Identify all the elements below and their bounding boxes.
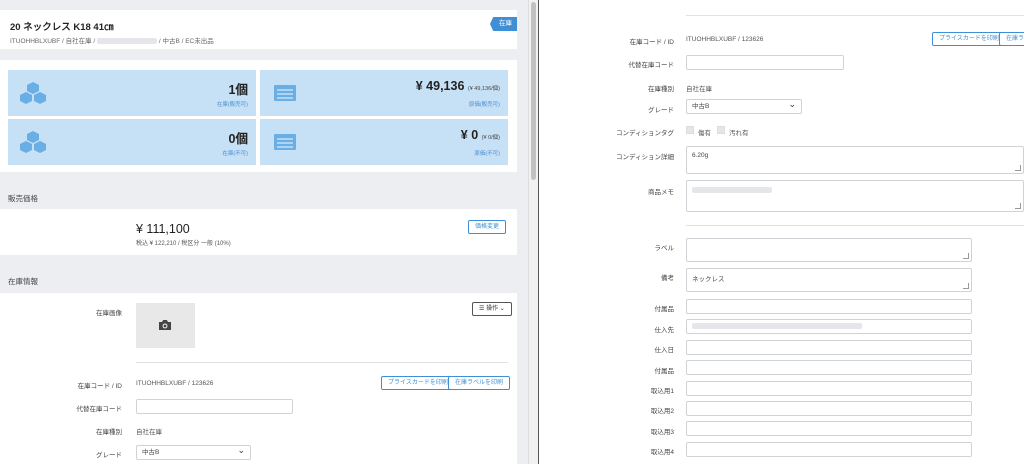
stat-label: 原価(販売可): [468, 102, 500, 108]
grade-select[interactable]: 中古B: [686, 98, 802, 114]
alt-code-input[interactable]: [136, 399, 293, 414]
grade-label: グレード: [96, 452, 122, 459]
tag-dirt-checkbox[interactable]: [717, 126, 725, 134]
grade-select[interactable]: 中古B: [136, 444, 251, 460]
item-memo-label: 商品メモ: [648, 189, 674, 196]
tag-dirt-label: 汚れ有: [729, 130, 749, 137]
intake4-label: 取込用4: [650, 449, 674, 456]
supplier-input[interactable]: [686, 319, 972, 334]
stat-stock-unsellable: 0個 在庫(不可): [8, 119, 256, 165]
accessory-input[interactable]: [686, 299, 972, 314]
alt-code-label: 代替在庫コード: [628, 62, 675, 69]
intake1-label: 取込用1: [650, 388, 674, 395]
supplier-label: 仕入先: [654, 327, 675, 334]
redacted-text: [692, 323, 862, 330]
condition-detail-label: コンディション詳細: [615, 154, 674, 161]
alt-code-input[interactable]: [686, 55, 844, 70]
accessory-label: 付属品: [654, 306, 675, 313]
tag-scratch-checkbox[interactable]: [686, 126, 694, 134]
accessory2-input[interactable]: [686, 360, 972, 375]
intake4-input[interactable]: [686, 442, 972, 457]
stat-stock-sellable: 1個 在庫(販売可): [8, 70, 256, 116]
item-header-card: 20 ネックレス K18 41㎝ ITUOHHBLXUBF / 自社在庫 / /…: [0, 10, 517, 49]
stock-code-label: 在庫コード / ID: [629, 39, 674, 46]
divider: [686, 15, 1024, 16]
stat-cost-sellable: ¥ 49,136 (¥ 49,136/個) 原価(販売可): [260, 70, 508, 116]
scrollbar-thumb[interactable]: [531, 2, 536, 180]
alt-code-label: 代替在庫コード: [76, 406, 123, 413]
stat-label: 在庫(不可): [222, 151, 248, 157]
left-scrollbar[interactable]: [528, 0, 538, 464]
print-stock-label-button[interactable]: 在庫ラ: [999, 32, 1024, 46]
print-price-card-button[interactable]: プライスカードを印刷: [932, 32, 1006, 46]
sale-price-card: ¥ 111,100 税込 ¥ 122,210 / 税区分 一般 (10%) 価格…: [0, 209, 517, 255]
stat-label: 在庫(販売可): [216, 102, 248, 108]
change-price-button[interactable]: 価格変更: [468, 220, 507, 234]
condition-tag-label: コンディションタグ: [615, 130, 674, 137]
boxes-icon: [20, 131, 46, 153]
stock-image-label: 在庫画像: [96, 310, 122, 317]
boxes-icon: [20, 82, 46, 104]
stat-cost-unsellable: ¥ 0 (¥ 0/個) 原価(不可): [260, 119, 508, 165]
intake2-input[interactable]: [686, 401, 972, 416]
stock-code-value: ITUOHHBLXUBF / 123626: [136, 380, 214, 387]
price-tax-info: 税込 ¥ 122,210 / 税区分 一般 (10%): [136, 241, 231, 247]
print-price-card-button[interactable]: プライスカードを印刷: [381, 376, 455, 390]
price-main: ¥ 111,100: [136, 222, 190, 236]
stat-value: 1個: [228, 83, 248, 97]
left-pane: 20 ネックレス K18 41㎝ ITUOHHBLXUBF / 自社在庫 / /…: [0, 0, 528, 464]
item-subtitle: ITUOHHBLXUBF / 自社在庫 / / 中古B / EC未出品: [10, 38, 214, 45]
right-pane: 在庫コード / ID ITUOHHBLXUBF / 123626 プライスカード…: [539, 0, 1024, 464]
ledger-icon: [274, 134, 296, 150]
stat-label: 原価(不可): [474, 151, 500, 157]
stock-code-label: 在庫コード / ID: [77, 383, 122, 390]
stock-type-value: 自社在庫: [136, 429, 162, 436]
stock-stats-card: 1個 在庫(販売可) ¥ 49,136 (¥ 49,136/個) 原価(販売可)…: [0, 60, 517, 172]
divider: [686, 225, 1024, 226]
chevron-down-icon: ⌄: [499, 306, 505, 312]
purchase-date-label: 仕入日: [654, 347, 675, 354]
stat-value: ¥ 49,136 (¥ 49,136/個): [415, 79, 500, 93]
intake3-input[interactable]: [686, 421, 972, 436]
tag-scratch-label: 傷有: [698, 130, 711, 137]
label-textarea[interactable]: [686, 238, 972, 262]
grade-label: グレード: [648, 107, 674, 114]
item-memo-textarea[interactable]: [686, 180, 1024, 212]
stock-code-value: ITUOHHBLXUBF / 123626: [686, 36, 764, 43]
purchase-date-input[interactable]: [686, 340, 972, 355]
item-title: 20 ネックレス K18 41㎝: [10, 22, 114, 33]
redacted-text: [692, 186, 772, 193]
print-stock-label-button[interactable]: 在庫ラベルを印刷: [448, 376, 511, 390]
stock-type-label: 在庫種別: [648, 86, 674, 93]
camera-icon: [159, 320, 171, 330]
redacted-text: [97, 38, 158, 45]
stock-info-card: 在庫画像 ☰ 操作 ⌄ 在庫コード / ID ITUOHHBLXUBF / 12…: [0, 293, 517, 464]
ledger-icon: [274, 85, 296, 101]
stock-type-label: 在庫種別: [96, 429, 122, 436]
intake3-label: 取込用3: [650, 429, 674, 436]
list-icon: ☰: [479, 306, 485, 312]
accessory2-label: 付属品: [654, 368, 675, 375]
intake1-input[interactable]: [686, 381, 972, 396]
screen: 20 ネックレス K18 41㎝ ITUOHHBLXUBF / 自社在庫 / /…: [0, 0, 1024, 464]
note-textarea[interactable]: ネックレス: [686, 268, 972, 292]
label-field-label: ラベル: [654, 245, 675, 252]
operations-dropdown-button[interactable]: ☰ 操作 ⌄: [472, 302, 512, 316]
stat-value: ¥ 0 (¥ 0/個): [460, 128, 500, 142]
note-label: 備考: [661, 275, 674, 282]
stock-image-placeholder[interactable]: [136, 303, 195, 348]
stock-type-value: 自社在庫: [686, 86, 712, 93]
intake2-label: 取込用2: [650, 408, 674, 415]
stat-value: 0個: [228, 132, 248, 146]
condition-detail-textarea[interactable]: 6.20g: [686, 146, 1024, 174]
section-sale-price: 販売価格: [0, 185, 517, 209]
section-stock-info: 在庫情報: [0, 268, 517, 292]
divider: [136, 362, 508, 363]
status-ribbon: 在庫: [490, 17, 517, 31]
